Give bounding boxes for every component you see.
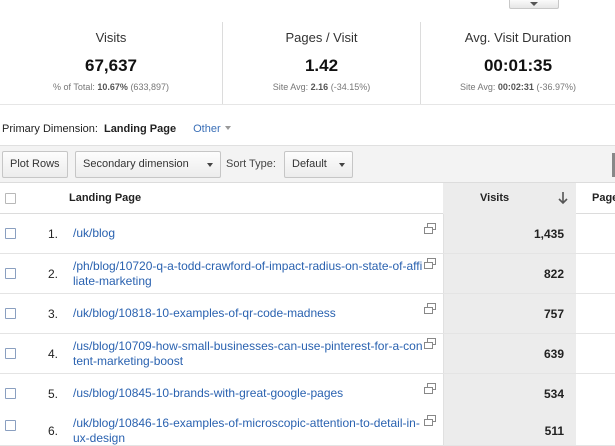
metric-subtext: % of Total: 10.67% (633,897) — [0, 82, 222, 92]
pages-column-header[interactable]: Page — [592, 192, 615, 204]
sort-type-dropdown[interactable]: Default — [284, 151, 353, 178]
visits-value: 822 — [543, 267, 564, 281]
metric-avg-visit-duration: Avg. Visit Duration 00:01:35 Site Avg: 0… — [420, 22, 615, 104]
row-number: 4. — [47, 347, 58, 361]
chevron-down-icon — [530, 2, 538, 6]
row-checkbox[interactable] — [5, 348, 16, 359]
visits-column-header[interactable]: Visits — [480, 192, 509, 204]
open-in-new-window-icon[interactable] — [424, 415, 436, 426]
table-header-row: Landing Page Visits Page — [0, 183, 615, 214]
summary-metrics: Visits 67,637 % of Total: 10.67% (633,89… — [0, 22, 615, 104]
metric-visits: Visits 67,637 % of Total: 10.67% (633,89… — [0, 22, 222, 104]
metric-pages-per-visit: Pages / Visit 1.42 Site Avg: 2.16 (-34.1… — [222, 22, 420, 104]
other-dimension-label: Other — [193, 123, 221, 135]
metric-sub-bold: 10.67% — [97, 82, 128, 92]
section-divider — [0, 104, 615, 105]
metric-sub-suffix: (-36.97%) — [536, 82, 576, 92]
visits-value: 511 — [544, 424, 564, 438]
metric-label: Avg. Visit Duration — [464, 30, 572, 45]
metric-sub-prefix: Site Avg: — [272, 82, 309, 92]
primary-dimension-bar: Primary Dimension: Landing Page Other — [2, 123, 231, 135]
metric-sub-bold: 2.16 — [310, 82, 329, 92]
other-dimension-link[interactable]: Other — [193, 123, 231, 135]
metric-label: Pages / Visit — [285, 30, 358, 45]
collapse-tab-button[interactable] — [509, 0, 559, 9]
visits-value: 757 — [543, 307, 564, 321]
landing-page-link[interactable]: /uk/blog/10818-10-examples-of-qr-code-ma… — [73, 306, 423, 321]
row-checkbox[interactable] — [5, 268, 16, 279]
metric-sub-suffix: (-34.15%) — [330, 82, 371, 92]
table-row: 2. /ph/blog/10720-q-a-todd-crawford-of-i… — [0, 254, 615, 294]
landing-page-link[interactable]: /us/blog/10709-how-small-businesses-can-… — [73, 339, 423, 369]
visits-cell: 822 — [443, 254, 576, 293]
metric-sub-prefix: Site Avg: — [460, 82, 496, 92]
landing-page-column-header[interactable]: Landing Page — [69, 192, 141, 204]
visits-cell: 639 — [443, 334, 576, 373]
metric-sub-prefix: % of Total: — [53, 82, 95, 92]
open-in-new-window-icon[interactable] — [424, 258, 436, 269]
sort-type-label: Sort Type: — [226, 158, 276, 170]
primary-dimension-value[interactable]: Landing Page — [104, 123, 176, 135]
metric-label: Visits — [95, 30, 127, 45]
plot-rows-button[interactable]: Plot Rows — [2, 151, 68, 178]
metric-value: 67,637 — [85, 56, 137, 75]
table-row: 1. /uk/blog 1,435 — [0, 214, 615, 254]
open-in-new-window-icon[interactable] — [424, 383, 436, 394]
chevron-down-icon — [207, 163, 213, 167]
row-number: 3. — [47, 307, 58, 321]
row-checkbox[interactable] — [5, 420, 16, 431]
row-checkbox[interactable] — [5, 228, 16, 239]
open-in-new-window-icon[interactable] — [424, 223, 436, 234]
primary-dimension-label: Primary Dimension: — [2, 123, 98, 135]
row-number: 1. — [47, 227, 58, 241]
table-row: 3. /uk/blog/10818-10-examples-of-qr-code… — [0, 294, 615, 334]
chevron-down-icon — [339, 163, 345, 167]
table-row: 4. /us/blog/10709-how-small-businesses-c… — [0, 334, 615, 374]
landing-page-link[interactable]: /ph/blog/10720-q-a-todd-crawford-of-impa… — [73, 259, 423, 289]
open-in-new-window-icon[interactable] — [424, 303, 436, 314]
landing-page-link[interactable]: /uk/blog/10846-16-examples-of-microscopi… — [73, 416, 423, 446]
secondary-dimension-dropdown[interactable]: Secondary dimension — [75, 151, 221, 178]
chevron-down-icon — [224, 126, 231, 130]
metric-sub-suffix: (633,897) — [130, 82, 169, 92]
metric-sub-bold: 00:02:31 — [497, 82, 534, 92]
metric-subtext: Site Avg: 2.16 (-34.15%) — [223, 82, 420, 92]
visits-cell: 1,435 — [443, 214, 576, 253]
metric-subtext: Site Avg: 00:02:31 (-36.97%) — [421, 82, 615, 92]
metric-value: 00:01:35 — [483, 56, 553, 75]
row-number: 6. — [47, 424, 58, 438]
landing-page-link[interactable]: /us/blog/10845-10-brands-with-great-goog… — [73, 386, 423, 401]
metric-value: 1.42 — [304, 56, 339, 75]
visits-value: 639 — [543, 347, 564, 361]
secondary-dimension-label: Secondary dimension — [83, 158, 189, 170]
visits-value: 534 — [543, 387, 564, 401]
visits-cell: 757 — [443, 294, 576, 333]
sort-descending-arrow-icon[interactable] — [557, 191, 569, 205]
visits-cell: 511 — [443, 406, 576, 445]
open-in-new-window-icon[interactable] — [424, 338, 436, 349]
select-all-checkbox[interactable] — [5, 193, 16, 204]
landing-page-link[interactable]: /uk/blog — [73, 226, 423, 241]
visits-value: 1,435 — [533, 227, 564, 241]
sort-type-value: Default — [292, 158, 327, 170]
row-number: 2. — [47, 267, 58, 281]
table-row: 6. /uk/blog/10846-16-examples-of-microsc… — [0, 406, 615, 446]
row-checkbox[interactable] — [5, 388, 16, 399]
table-toolbar: Plot Rows Secondary dimension Sort Type:… — [0, 145, 615, 183]
row-number: 5. — [47, 387, 58, 401]
row-checkbox[interactable] — [5, 308, 16, 319]
